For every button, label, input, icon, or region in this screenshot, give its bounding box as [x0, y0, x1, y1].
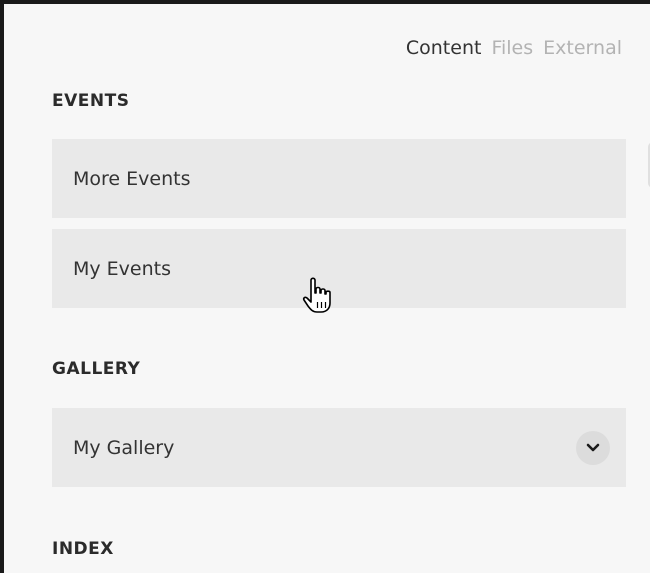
list-item-label: My Gallery: [73, 436, 175, 459]
tab-files[interactable]: Files: [491, 36, 533, 60]
list-item-more-events[interactable]: More Events: [52, 139, 626, 218]
section-heading-index: INDEX: [52, 539, 114, 559]
tab-content[interactable]: Content: [406, 36, 482, 60]
list-item-my-gallery[interactable]: My Gallery: [52, 408, 626, 487]
list-item-my-events[interactable]: My Events: [52, 229, 626, 308]
list-item-label: My Events: [73, 257, 172, 280]
content-panel: Content Files External EVENTS More Event…: [0, 0, 650, 573]
list-item-label: More Events: [73, 167, 191, 190]
section-heading-gallery: GALLERY: [52, 359, 141, 379]
chevron-down-icon: [586, 443, 600, 451]
tab-external[interactable]: External: [543, 36, 622, 60]
expand-button[interactable]: [576, 430, 610, 465]
section-heading-events: EVENTS: [52, 91, 130, 111]
tab-bar: Content Files External: [406, 36, 622, 60]
